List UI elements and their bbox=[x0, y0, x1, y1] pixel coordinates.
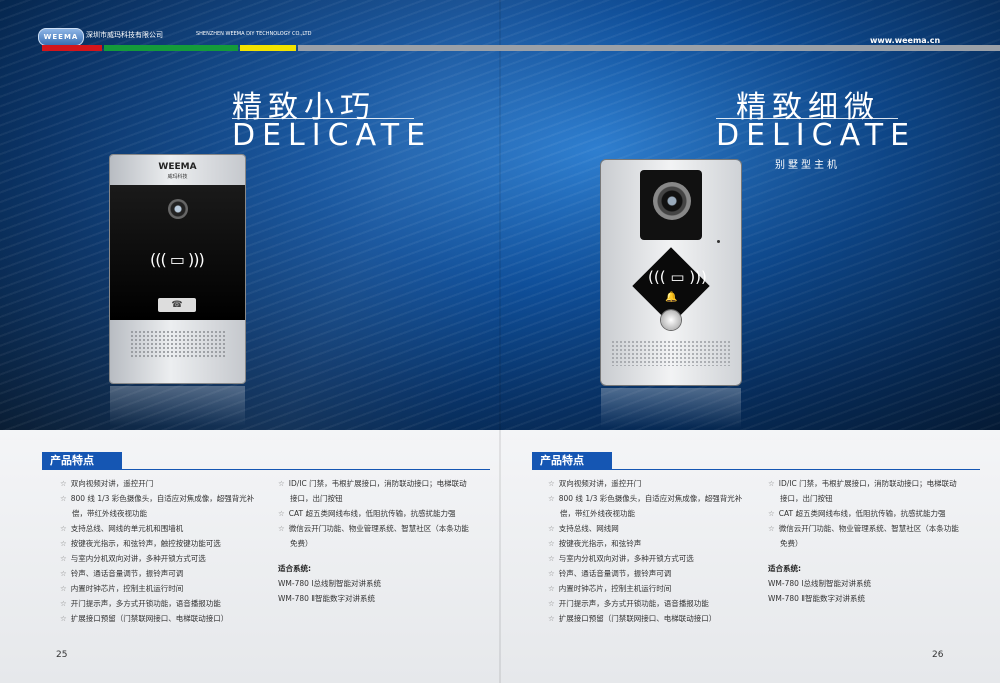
color-bar-red bbox=[42, 45, 102, 51]
device-reflection bbox=[110, 386, 245, 426]
feature-item: ☆ 按键夜光指示，和弦铃声 bbox=[548, 539, 642, 548]
feature-item: ☆ 开门提示声，多方式开锁功能，语音播报功能 bbox=[548, 599, 709, 608]
feature-item: ☆ 铃声、通话音量调节，振铃声可调 bbox=[548, 569, 672, 578]
feature-item: ☆ 开门提示声，多方式开锁功能，语音播报功能 bbox=[60, 599, 221, 608]
page-number: 26 bbox=[932, 650, 944, 660]
speaker-grill bbox=[611, 340, 731, 366]
left-feature-list: ☆ 双向视频对讲，遥控开门 ☆ 800 线 1/3 彩色摄像头，自适应对焦成像，超强… bbox=[60, 476, 254, 626]
star-icon: ☆ bbox=[768, 509, 775, 518]
feature-item: ☆ 铃声、通话音量调节，振铃声可调 bbox=[60, 569, 184, 578]
star-icon: ☆ bbox=[548, 479, 555, 488]
feature-item: ☆ 双向视频对讲，遥控开门 bbox=[548, 479, 642, 488]
features-rule bbox=[122, 469, 490, 470]
feature-item: ☆ 扩展接口预留（门禁联网接口、电梯联动接口） bbox=[548, 614, 717, 623]
star-icon: ☆ bbox=[548, 494, 555, 503]
star-icon: ☆ bbox=[548, 584, 555, 593]
star-icon: ☆ bbox=[278, 524, 285, 533]
camera-lens-icon bbox=[168, 199, 188, 219]
feature-item: ☆ 扩展接口预留（门禁联网接口、电梯联动接口） bbox=[60, 614, 229, 623]
star-icon: ☆ bbox=[60, 554, 67, 563]
feature-item: ☆ ID/IC 门禁，韦根扩展接口，消防联动接口；电梯联动 bbox=[278, 479, 467, 488]
feature-item: ☆ 与室内分机双向对讲，多种开锁方式可选 bbox=[548, 554, 694, 563]
feature-item-cont: 接口，出门按钮 bbox=[780, 494, 833, 503]
page-fold bbox=[499, 0, 501, 683]
feature-item: ☆ 按键夜光指示，和弦铃声，触控按键功能可选 bbox=[60, 539, 221, 548]
feature-item-cont: 偿，带红外线夜视功能 bbox=[560, 509, 635, 518]
company-name-en: SHENZHEN WEEMA DIY TECHNOLOGY CO.,LTD bbox=[196, 31, 312, 37]
weema-logo: WEEMA bbox=[38, 28, 84, 46]
feature-item: ☆ ID/IC 门禁，韦根扩展接口，消防联动接口；电梯联动 bbox=[768, 479, 957, 488]
star-icon: ☆ bbox=[548, 539, 555, 548]
star-icon: ☆ bbox=[548, 599, 555, 608]
camera-lens-icon bbox=[653, 182, 691, 220]
call-button-icon bbox=[661, 310, 681, 330]
company-name-cn: 深圳市威玛科技有限公司 bbox=[86, 31, 163, 39]
feature-item-cont: 接口，出门按钮 bbox=[290, 494, 343, 503]
rfid-card-icon: ((( ▭ ))) bbox=[648, 268, 707, 286]
feature-item-cont: 免费） bbox=[780, 539, 803, 548]
intercom-device-unit: WEEMA 威玛科技 ((( ▭ ))) ☎ bbox=[110, 155, 245, 383]
features-title: 产品特点 bbox=[532, 452, 612, 470]
star-icon: ☆ bbox=[60, 569, 67, 578]
features-title: 产品特点 bbox=[42, 452, 122, 470]
feature-item: ☆ 微信云开门功能、物业管理系统、智慧社区（本条功能 bbox=[278, 524, 469, 533]
left-title-en: DELICATE bbox=[232, 118, 433, 153]
feature-item-cont: 偿，带红外线夜视功能 bbox=[72, 509, 147, 518]
feature-item: ☆ 内置时钟芯片，控制主机运行时间 bbox=[548, 584, 672, 593]
call-button-icon: ☎ bbox=[158, 298, 196, 312]
star-icon: ☆ bbox=[548, 524, 555, 533]
device-reflection bbox=[601, 388, 741, 428]
feature-item: ☆ CAT 超五类网线布线，低阻抗传输，抗感扰能力强 bbox=[768, 509, 946, 518]
feature-item: ☆ 微信云开门功能、物业管理系统、智慧社区（本条功能 bbox=[768, 524, 959, 533]
star-icon: ☆ bbox=[60, 584, 67, 593]
microphone-icon bbox=[717, 240, 720, 243]
system-item: WM-780 Ⅰ总线制智能对讲系统 bbox=[768, 579, 872, 588]
device-brand-sub: 威玛科技 bbox=[167, 174, 188, 180]
bell-icon: 🔔 bbox=[665, 292, 678, 303]
website-url[interactable]: www.weema.cn bbox=[870, 36, 940, 45]
star-icon: ☆ bbox=[60, 614, 67, 623]
systems-title: 适合系统: bbox=[278, 564, 311, 573]
star-icon: ☆ bbox=[548, 614, 555, 623]
star-icon: ☆ bbox=[278, 479, 285, 488]
feature-item: ☆ 800 线 1/3 彩色摄像头，自适应对焦成像，超强背光补 bbox=[60, 494, 255, 503]
right-feature-list: ☆ 双向视频对讲，遥控开门 ☆ 800 线 1/3 彩色摄像头，自适应对焦成像，超强… bbox=[548, 476, 742, 626]
color-bar-yellow bbox=[240, 45, 296, 51]
system-item: WM-780 Ⅱ智能数字对讲系统 bbox=[768, 594, 865, 603]
systems-title: 适合系统: bbox=[768, 564, 801, 573]
right-title-en: DELICATE bbox=[716, 118, 917, 153]
star-icon: ☆ bbox=[60, 479, 67, 488]
device-brand: WEEMA bbox=[158, 162, 197, 172]
star-icon: ☆ bbox=[60, 524, 67, 533]
left-feature-list-2: ☆ ID/IC 门禁，韦根扩展接口，消防联动接口；电梯联动 接口，出门按钮 ☆ CA… bbox=[278, 476, 469, 606]
star-icon: ☆ bbox=[278, 509, 285, 518]
star-icon: ☆ bbox=[548, 554, 555, 563]
feature-item: ☆ 支持总线、网线的单元机和围墙机 bbox=[60, 524, 184, 533]
color-bar-gray bbox=[298, 45, 1000, 51]
star-icon: ☆ bbox=[768, 524, 775, 533]
system-item: WM-780 Ⅱ智能数字对讲系统 bbox=[278, 594, 375, 603]
speaker-grill bbox=[130, 330, 225, 358]
star-icon: ☆ bbox=[60, 599, 67, 608]
right-feature-list-2: ☆ ID/IC 门禁，韦根扩展接口，消防联动接口；电梯联动 接口，出门按钮 ☆ CA… bbox=[768, 476, 959, 606]
features-rule bbox=[612, 469, 980, 470]
rfid-card-icon: ((( ▭ ))) bbox=[150, 250, 205, 269]
feature-item: ☆ 与室内分机双向对讲，多种开锁方式可选 bbox=[60, 554, 206, 563]
feature-item: ☆ 800 线 1/3 彩色摄像头，自适应对焦成像，超强背光补 bbox=[548, 494, 743, 503]
feature-item: ☆ CAT 超五类网线布线，低阻抗传输，抗感扰能力强 bbox=[278, 509, 456, 518]
right-subtitle: 别墅型主机 bbox=[775, 160, 840, 171]
color-bar-green bbox=[104, 45, 238, 51]
star-icon: ☆ bbox=[548, 569, 555, 578]
feature-item: ☆ 内置时钟芯片，控制主机运行时间 bbox=[60, 584, 184, 593]
intercom-device-villa: ((( ▭ ))) 🔔 bbox=[601, 160, 741, 385]
star-icon: ☆ bbox=[60, 539, 67, 548]
feature-item: ☆ 双向视频对讲，遥控开门 bbox=[60, 479, 154, 488]
star-icon: ☆ bbox=[60, 494, 67, 503]
system-item: WM-780 Ⅰ总线制智能对讲系统 bbox=[278, 579, 382, 588]
feature-item: ☆ 支持总线、网线网 bbox=[548, 524, 619, 533]
star-icon: ☆ bbox=[768, 479, 775, 488]
page-number: 25 bbox=[56, 650, 68, 660]
feature-item-cont: 免费） bbox=[290, 539, 313, 548]
